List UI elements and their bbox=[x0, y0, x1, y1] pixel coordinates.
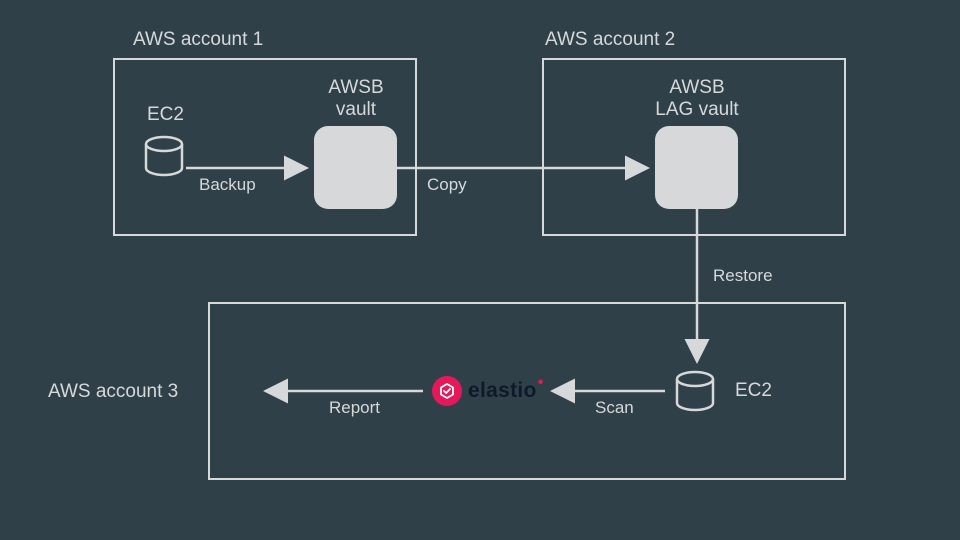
ec2-2-label: EC2 bbox=[735, 380, 772, 402]
vault-1-line2: vault bbox=[336, 99, 376, 120]
account-1-label: AWS account 1 bbox=[133, 29, 263, 51]
account-3-label: AWS account 3 bbox=[48, 381, 178, 403]
elastio-icon bbox=[432, 376, 462, 406]
vault-2-label: AWSB LAG vault bbox=[647, 77, 747, 121]
vault-2-line2: LAG vault bbox=[655, 99, 738, 120]
flow-restore-label: Restore bbox=[713, 266, 773, 286]
flow-backup-label: Backup bbox=[199, 175, 256, 195]
account-2-label: AWS account 2 bbox=[545, 29, 675, 51]
vault-1-line1: AWSB bbox=[328, 77, 383, 98]
ec2-2-icon bbox=[673, 369, 717, 413]
ec2-1-label: EC2 bbox=[147, 104, 184, 126]
ec2-icon bbox=[142, 134, 186, 178]
elastio-trademark-dot: • bbox=[538, 374, 544, 392]
vault-2-line1: AWSB bbox=[669, 77, 724, 98]
elastio-label: elastio• bbox=[468, 379, 537, 403]
arrow-restore bbox=[682, 209, 712, 371]
flow-copy-label: Copy bbox=[427, 175, 467, 195]
flow-scan-label: Scan bbox=[595, 398, 634, 418]
vault-1-label: AWSB vault bbox=[306, 77, 406, 121]
flow-report-label: Report bbox=[329, 398, 380, 418]
vault-1 bbox=[314, 126, 397, 209]
vault-2 bbox=[655, 126, 738, 209]
